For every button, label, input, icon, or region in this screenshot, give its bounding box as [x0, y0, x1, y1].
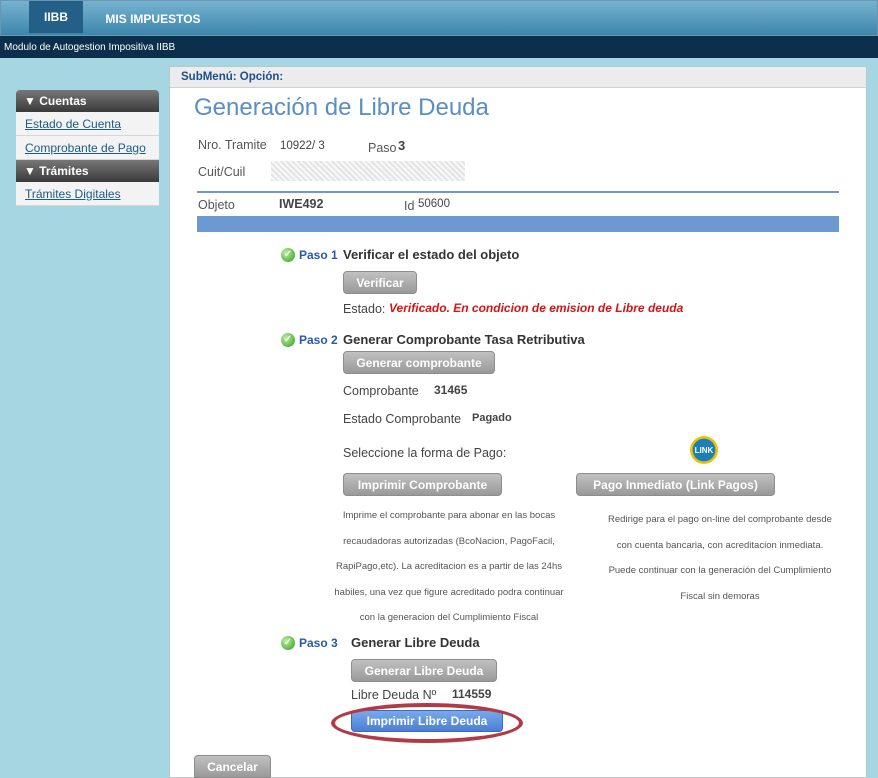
section-bar [197, 216, 839, 232]
libre-deuda-label: Libre Deuda Nº [351, 688, 437, 702]
check-icon: ✓ [281, 248, 295, 262]
sidebar-item-comprobante-pago[interactable]: Comprobante de Pago [16, 136, 159, 160]
top-bar: IIBB MIS IMPUESTOS [0, 0, 878, 36]
sidebar-item-estado-cuenta[interactable]: Estado de Cuenta [16, 112, 159, 136]
id-label: Id [404, 199, 415, 213]
module-subtitle: Modulo de Autogestion Impositiva IIBB [0, 36, 878, 58]
estado-comprobante-label: Estado Comprobante [343, 412, 462, 426]
forma-pago-label: Seleccione la forma de Pago: [343, 446, 507, 460]
pago-description: Redirige para el pago on-line del compro… [608, 514, 832, 602]
comprobante-label: Comprobante [343, 384, 419, 398]
link-logo-icon: LINK [690, 436, 718, 464]
paso-value: 3 [398, 138, 406, 153]
generar-comprobante-button[interactable]: Generar comprobante [343, 351, 495, 374]
id-value: 50600 [418, 198, 450, 210]
nro-tramite-value: 10922/ 3 [280, 140, 325, 152]
check-icon: ✓ [281, 636, 295, 650]
imprimir-description: Imprime el comprobante para abonar en la… [334, 510, 564, 623]
libre-deuda-value: 114559 [452, 687, 492, 701]
nro-tramite-label: Nro. Tramite [198, 138, 267, 152]
check-icon: ✓ [281, 333, 295, 347]
generar-libre-deuda-button[interactable]: Generar Libre Deuda [351, 659, 497, 682]
step2-title: Generar Comprobante Tasa Retributiva [343, 332, 585, 347]
sidebar-item-tramites-digitales[interactable]: Trámites Digitales [16, 182, 159, 206]
objeto-label: Objeto [198, 198, 235, 212]
step1-title: Verificar el estado del objeto [343, 247, 520, 262]
highlight-ellipse [331, 703, 523, 743]
step3-label: Paso 3 [299, 636, 338, 650]
cuit-value-masked [271, 161, 465, 181]
step1-estado-value: Verificado. En condicion de emision de L… [389, 301, 684, 315]
step2-label: Paso 2 [299, 333, 338, 347]
divider [197, 191, 839, 193]
tab-iibb[interactable]: IIBB [29, 1, 83, 33]
step1-estado-label: Estado: [343, 302, 386, 316]
comprobante-value: 31465 [434, 383, 468, 397]
tab-mis-impuestos[interactable]: MIS IMPUESTOS [105, 1, 201, 37]
cuit-label: Cuit/Cuil [198, 165, 246, 179]
pago-inmediato-button[interactable]: Pago Inmediato (Link Pagos) [576, 473, 775, 496]
step1-label: Paso 1 [299, 248, 338, 262]
cancelar-button[interactable]: Cancelar [194, 755, 271, 778]
imprimir-comprobante-button[interactable]: Imprimir Comprobante [343, 473, 502, 496]
paso-label: Paso [368, 141, 397, 155]
page-title: Generación de Libre Deuda [194, 94, 489, 121]
main-panel: SubMenú: Opción: Generación de Libre Deu… [169, 66, 867, 778]
sidebar: ▼ Cuentas Estado de Cuenta Comprobante d… [16, 90, 159, 206]
estado-comprobante-value: Pagado [472, 412, 512, 424]
sidebar-section-tramites[interactable]: ▼ Trámites [16, 160, 159, 182]
submenu-bar: SubMenú: Opción: [170, 67, 866, 88]
step3-title: Generar Libre Deuda [351, 635, 480, 650]
sidebar-section-cuentas[interactable]: ▼ Cuentas [16, 90, 159, 112]
verificar-button[interactable]: Verificar [343, 271, 417, 294]
objeto-value: IWE492 [279, 197, 324, 211]
